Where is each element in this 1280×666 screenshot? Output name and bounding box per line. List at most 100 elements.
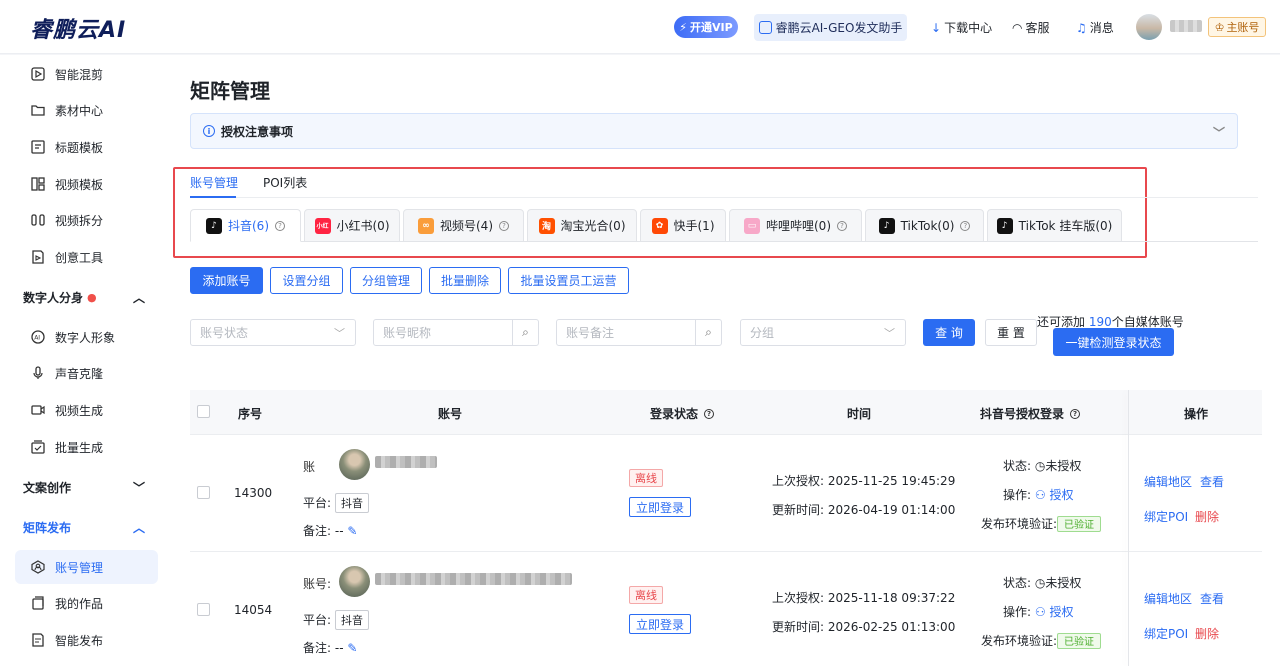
edit-pencil-icon[interactable]: ✎	[347, 641, 357, 655]
chevron-up-icon: ︿	[132, 290, 145, 305]
help-icon[interactable]: ?	[499, 220, 509, 231]
bilibili-icon: ▭	[744, 217, 760, 234]
remark-value: --	[334, 524, 344, 538]
edit-pencil-icon[interactable]: ✎	[347, 524, 357, 538]
sidebar-item-smart-publish[interactable]: 智能发布	[30, 630, 103, 650]
remain-prefix: 还可添加	[1037, 315, 1089, 329]
group-select[interactable]: 分组 ﹀	[740, 319, 906, 346]
detect-login-status-button[interactable]: 一键检测登录状态	[1053, 328, 1174, 356]
download-center-link[interactable]: ↓ 下载中心	[931, 19, 992, 36]
platform-tab-label: 小红书(0)	[336, 219, 390, 233]
chevron-down-icon: ﹀	[884, 327, 895, 340]
platform-tab-douyin[interactable]: ♪ 抖音(6) ?	[190, 209, 301, 242]
account-status-select[interactable]: 账号状态 ﹀	[190, 319, 356, 346]
split-icon	[30, 212, 46, 228]
query-button[interactable]: 查 询	[923, 319, 975, 346]
sidebar-item-batch-generate[interactable]: 批量生成	[30, 437, 103, 457]
platform-tab-tiktok-shop[interactable]: ♪ TikTok 挂车版(0)	[987, 209, 1122, 242]
assistant-icon	[758, 21, 772, 34]
tab-account-manage[interactable]: 账号管理	[190, 174, 238, 191]
set-group-button[interactable]: 设置分组	[270, 267, 343, 294]
edit-region-link[interactable]: 编辑地区	[1144, 590, 1192, 607]
open-vip-button[interactable]: ⚡ 开通VIP	[674, 16, 738, 38]
view-link[interactable]: 查看	[1200, 473, 1224, 490]
sidebar-item-voice-clone[interactable]: 声音克隆	[30, 363, 103, 383]
select-placeholder: 账号状态	[200, 326, 249, 340]
nickname-search-input[interactable]: 账号昵称 ⌕	[373, 319, 539, 346]
sidebar-item-account-manage[interactable]: 账号管理	[30, 557, 103, 577]
sidebar-item-video-split[interactable]: 视频拆分	[30, 210, 103, 230]
bind-poi-link[interactable]: 绑定POI	[1144, 625, 1188, 642]
tab-poi-list[interactable]: POI列表	[263, 174, 307, 191]
remark-value: --	[334, 641, 344, 655]
row-checkbox[interactable]	[197, 603, 210, 616]
remark-search-input[interactable]: 账号备注 ⌕	[556, 319, 722, 346]
platform-tab-kuaishou[interactable]: ✿ 快手(1)	[640, 209, 726, 242]
crown-icon: ♔	[1214, 20, 1225, 34]
messages-link[interactable]: ♫ 消息	[1076, 19, 1114, 36]
login-now-button[interactable]: 立即登录	[629, 497, 691, 517]
sidebar-group-digital-human[interactable]: 数字人分身 ● ︿	[23, 287, 145, 307]
sidebar-item-title-template[interactable]: 标题模板	[30, 137, 103, 157]
reset-button[interactable]: 重 置	[985, 319, 1037, 346]
view-link[interactable]: 查看	[1200, 590, 1224, 607]
platform-tab-xiaohongshu[interactable]: 小红 小红书(0)	[304, 209, 400, 242]
login-now-button[interactable]: 立即登录	[629, 614, 691, 634]
col-time: 时间	[847, 407, 872, 421]
platform-tab-tiktok[interactable]: ♪ TikTok(0) ?	[865, 209, 984, 242]
help-icon[interactable]: ?	[704, 408, 715, 419]
video-camera-icon	[30, 402, 46, 418]
customer-service-link[interactable]: ◠ 客服	[1012, 19, 1050, 36]
help-icon[interactable]: ?	[960, 220, 971, 231]
search-icon[interactable]: ⌕	[695, 320, 721, 345]
auth-notice-collapse[interactable]: i 授权注意事项 ﹀	[190, 113, 1238, 149]
platform-tab-taobao[interactable]: 淘 淘宝光合(0)	[527, 209, 637, 242]
platform-tag: 抖音	[335, 493, 370, 513]
account-avatar[interactable]	[339, 566, 370, 597]
bind-poi-link[interactable]: 绑定POI	[1144, 508, 1188, 525]
account-avatar[interactable]	[339, 449, 370, 480]
geo-assistant-button[interactable]: 睿鹏云AI-GEO发文助手	[754, 14, 907, 41]
sidebar-item-video-template[interactable]: 视频模板	[30, 174, 103, 194]
top-header: 睿鹏云AI ⚡ 开通VIP 睿鹏云AI-GEO发文助手 ↓ 下载中心 ◠ 客服 …	[0, 0, 1280, 54]
user-avatar[interactable]	[1136, 14, 1162, 40]
sidebar-item-smart-mix[interactable]: 智能混剪	[30, 64, 103, 84]
time-value: 2026-02-25 01:13:00	[827, 620, 956, 634]
sidebar-item-my-works[interactable]: 我的作品	[30, 593, 103, 613]
auth-state-value: 未授权	[1045, 459, 1082, 473]
group-label: 数字人分身	[23, 290, 84, 305]
add-account-button[interactable]: 添加账号	[190, 267, 263, 294]
help-icon[interactable]: ?	[837, 220, 847, 231]
row-seq: 14300	[234, 486, 273, 500]
time-label: 上次授权:	[772, 474, 825, 488]
auth-state-label: 状态:	[1003, 576, 1032, 590]
sidebar-item-video-generate[interactable]: 视频生成	[30, 400, 103, 420]
update-time: 更新时间: 2026-02-25 01:13:00	[772, 618, 955, 635]
delete-link[interactable]: 删除	[1195, 625, 1219, 642]
platform-label: 平台:	[303, 496, 332, 510]
sidebar-item-creative-tools[interactable]: 创意工具	[30, 247, 103, 267]
delete-link[interactable]: 删除	[1195, 508, 1219, 525]
main-content: 矩阵管理 i 授权注意事项 ﹀ 账号管理 POI列表 ♪ 抖音(6) ? 小红 …	[170, 55, 1280, 666]
sidebar-group-copywriting[interactable]: 文案创作 ﹀	[23, 477, 145, 497]
batch-delete-button[interactable]: 批量删除	[429, 267, 501, 294]
help-icon[interactable]: ?	[1070, 408, 1081, 419]
app-logo[interactable]: 睿鹏云AI	[30, 12, 126, 44]
sidebar-group-matrix[interactable]: 矩阵发布 ︿	[23, 517, 145, 537]
help-icon[interactable]: ?	[275, 220, 285, 231]
select-all-checkbox[interactable]	[197, 405, 210, 418]
row-checkbox[interactable]	[197, 486, 210, 499]
platform-tab-bilibili[interactable]: ▭ 哔哩哔哩(0) ?	[729, 209, 862, 242]
sidebar-item-material[interactable]: 素材中心	[30, 100, 103, 120]
edit-region-link[interactable]: 编辑地区	[1144, 473, 1192, 490]
authorize-link[interactable]: 授权	[1049, 488, 1073, 502]
sidebar-item-digital-avatar[interactable]: AI 数字人形象	[30, 327, 115, 347]
batch-icon	[30, 439, 46, 455]
authorize-link[interactable]: 授权	[1049, 605, 1073, 619]
sidebar-item-label: 批量生成	[55, 440, 104, 455]
batch-assign-staff-button[interactable]: 批量设置员工运营	[508, 267, 629, 294]
input-placeholder: 账号备注	[566, 326, 615, 340]
platform-tab-shipinhao[interactable]: ∞ 视频号(4) ?	[403, 209, 524, 242]
search-icon[interactable]: ⌕	[512, 320, 538, 345]
group-manage-button[interactable]: 分组管理	[350, 267, 422, 294]
